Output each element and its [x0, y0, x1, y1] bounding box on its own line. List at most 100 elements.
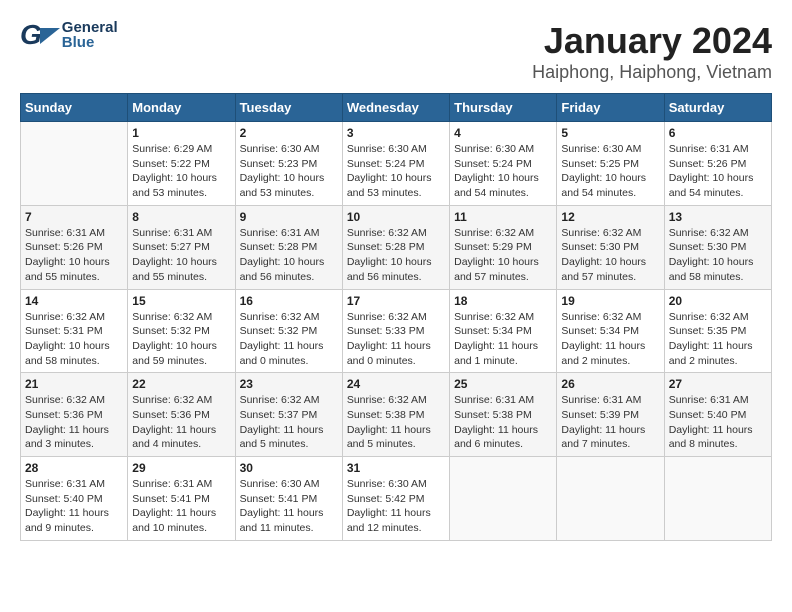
calendar-cell: 29 Sunrise: 6:31 AM Sunset: 5:41 PM Dayli… — [128, 457, 235, 541]
day-number: 24 — [347, 377, 445, 391]
day-number: 21 — [25, 377, 123, 391]
day-number: 6 — [669, 126, 767, 140]
day-number: 29 — [132, 461, 230, 475]
day-info: Sunrise: 6:32 AM Sunset: 5:36 PM Dayligh… — [132, 393, 230, 452]
day-info: Sunrise: 6:32 AM Sunset: 5:30 PM Dayligh… — [669, 226, 767, 285]
day-number: 3 — [347, 126, 445, 140]
day-info: Sunrise: 6:31 AM Sunset: 5:41 PM Dayligh… — [132, 477, 230, 536]
day-info: Sunrise: 6:31 AM Sunset: 5:26 PM Dayligh… — [669, 142, 767, 201]
day-number: 13 — [669, 210, 767, 224]
calendar-cell: 28Sunrise: 6:31 AM Sunset: 5:40 PM Dayli… — [21, 457, 128, 541]
day-number: 26 — [561, 377, 659, 391]
calendar-cell: 12 Sunrise: 6:32 AM Sunset: 5:30 PM Dayli… — [557, 205, 664, 289]
day-number: 23 — [240, 377, 338, 391]
day-info: Sunrise: 6:32 AM Sunset: 5:32 PM Dayligh… — [132, 310, 230, 369]
calendar-cell: 1 Sunrise: 6:29 AM Sunset: 5:22 PM Daylig… — [128, 122, 235, 206]
calendar-cell: 7 Sunrise: 6:31 AM Sunset: 5:26 PM Daylig… — [21, 205, 128, 289]
calendar-cell: 16Sunrise: 6:32 AM Sunset: 5:32 PM Dayli… — [235, 289, 342, 373]
calendar-cell — [664, 457, 771, 541]
day-number: 2 — [240, 126, 338, 140]
day-info: Sunrise: 6:32 AM Sunset: 5:32 PM Dayligh… — [240, 310, 338, 369]
calendar-title: January 2024 — [532, 20, 772, 62]
calendar-cell: 22 Sunrise: 6:32 AM Sunset: 5:36 PM Dayli… — [128, 373, 235, 457]
day-number: 5 — [561, 126, 659, 140]
calendar-cell: 14 Sunrise: 6:32 AM Sunset: 5:31 PM Dayli… — [21, 289, 128, 373]
col-header-wednesday: Wednesday — [342, 94, 449, 122]
calendar-week-row: 1 Sunrise: 6:29 AM Sunset: 5:22 PM Daylig… — [21, 122, 772, 206]
day-number: 14 — [25, 294, 123, 308]
day-number: 1 — [132, 126, 230, 140]
day-info: Sunrise: 6:32 AM Sunset: 5:34 PM Dayligh… — [561, 310, 659, 369]
calendar-cell: 21 Sunrise: 6:32 AM Sunset: 5:36 PM Dayli… — [21, 373, 128, 457]
day-info: Sunrise: 6:31 AM Sunset: 5:28 PM Dayligh… — [240, 226, 338, 285]
day-number: 25 — [454, 377, 552, 391]
day-number: 4 — [454, 126, 552, 140]
calendar-cell: 20 Sunrise: 6:32 AM Sunset: 5:35 PM Dayli… — [664, 289, 771, 373]
calendar-cell: 15 Sunrise: 6:32 AM Sunset: 5:32 PM Dayli… — [128, 289, 235, 373]
calendar-week-row: 28Sunrise: 6:31 AM Sunset: 5:40 PM Dayli… — [21, 457, 772, 541]
calendar-cell: 2Sunrise: 6:30 AM Sunset: 5:23 PM Daylig… — [235, 122, 342, 206]
day-info: Sunrise: 6:31 AM Sunset: 5:38 PM Dayligh… — [454, 393, 552, 452]
day-info: Sunrise: 6:32 AM Sunset: 5:36 PM Dayligh… — [25, 393, 123, 452]
day-number: 22 — [132, 377, 230, 391]
day-number: 11 — [454, 210, 552, 224]
page-header: G General Blue January 2024 Haiphong, Ha… — [20, 20, 772, 83]
col-header-monday: Monday — [128, 94, 235, 122]
logo: G General Blue — [20, 20, 118, 50]
day-info: Sunrise: 6:32 AM Sunset: 5:33 PM Dayligh… — [347, 310, 445, 369]
calendar-subtitle: Haiphong, Haiphong, Vietnam — [532, 62, 772, 83]
day-info: Sunrise: 6:31 AM Sunset: 5:40 PM Dayligh… — [669, 393, 767, 452]
day-info: Sunrise: 6:32 AM Sunset: 5:28 PM Dayligh… — [347, 226, 445, 285]
logo-g-letter: G — [20, 21, 42, 49]
day-info: Sunrise: 6:32 AM Sunset: 5:30 PM Dayligh… — [561, 226, 659, 285]
day-info: Sunrise: 6:32 AM Sunset: 5:34 PM Dayligh… — [454, 310, 552, 369]
day-info: Sunrise: 6:31 AM Sunset: 5:39 PM Dayligh… — [561, 393, 659, 452]
calendar-cell: 3Sunrise: 6:30 AM Sunset: 5:24 PM Daylig… — [342, 122, 449, 206]
day-number: 12 — [561, 210, 659, 224]
col-header-thursday: Thursday — [450, 94, 557, 122]
day-info: Sunrise: 6:30 AM Sunset: 5:25 PM Dayligh… — [561, 142, 659, 201]
calendar-cell: 30 Sunrise: 6:30 AM Sunset: 5:41 PM Dayli… — [235, 457, 342, 541]
day-number: 20 — [669, 294, 767, 308]
calendar-cell: 19 Sunrise: 6:32 AM Sunset: 5:34 PM Dayli… — [557, 289, 664, 373]
day-info: Sunrise: 6:32 AM Sunset: 5:35 PM Dayligh… — [669, 310, 767, 369]
calendar-cell: 17Sunrise: 6:32 AM Sunset: 5:33 PM Dayli… — [342, 289, 449, 373]
day-info: Sunrise: 6:32 AM Sunset: 5:31 PM Dayligh… — [25, 310, 123, 369]
calendar-cell: 10 Sunrise: 6:32 AM Sunset: 5:28 PM Dayli… — [342, 205, 449, 289]
day-number: 8 — [132, 210, 230, 224]
day-number: 19 — [561, 294, 659, 308]
col-header-sunday: Sunday — [21, 94, 128, 122]
calendar-cell: 18 Sunrise: 6:32 AM Sunset: 5:34 PM Dayli… — [450, 289, 557, 373]
calendar-cell: 4 Sunrise: 6:30 AM Sunset: 5:24 PM Daylig… — [450, 122, 557, 206]
day-number: 7 — [25, 210, 123, 224]
calendar-week-row: 14 Sunrise: 6:32 AM Sunset: 5:31 PM Dayli… — [21, 289, 772, 373]
col-header-saturday: Saturday — [664, 94, 771, 122]
calendar-week-row: 21 Sunrise: 6:32 AM Sunset: 5:36 PM Dayli… — [21, 373, 772, 457]
calendar-cell — [21, 122, 128, 206]
day-number: 9 — [240, 210, 338, 224]
calendar-cell: 13 Sunrise: 6:32 AM Sunset: 5:30 PM Dayli… — [664, 205, 771, 289]
calendar-cell: 5 Sunrise: 6:30 AM Sunset: 5:25 PM Daylig… — [557, 122, 664, 206]
day-info: Sunrise: 6:30 AM Sunset: 5:41 PM Dayligh… — [240, 477, 338, 536]
day-info: Sunrise: 6:29 AM Sunset: 5:22 PM Dayligh… — [132, 142, 230, 201]
calendar-cell: 26 Sunrise: 6:31 AM Sunset: 5:39 PM Dayli… — [557, 373, 664, 457]
day-info: Sunrise: 6:32 AM Sunset: 5:38 PM Dayligh… — [347, 393, 445, 452]
day-info: Sunrise: 6:30 AM Sunset: 5:24 PM Dayligh… — [454, 142, 552, 201]
day-number: 30 — [240, 461, 338, 475]
day-info: Sunrise: 6:32 AM Sunset: 5:37 PM Dayligh… — [240, 393, 338, 452]
calendar-cell: 25 Sunrise: 6:31 AM Sunset: 5:38 PM Dayli… — [450, 373, 557, 457]
day-info: Sunrise: 6:30 AM Sunset: 5:42 PM Dayligh… — [347, 477, 445, 536]
col-header-tuesday: Tuesday — [235, 94, 342, 122]
day-info: Sunrise: 6:31 AM Sunset: 5:26 PM Dayligh… — [25, 226, 123, 285]
calendar-title-block: January 2024 Haiphong, Haiphong, Vietnam — [532, 20, 772, 83]
day-info: Sunrise: 6:31 AM Sunset: 5:27 PM Dayligh… — [132, 226, 230, 285]
calendar-week-row: 7 Sunrise: 6:31 AM Sunset: 5:26 PM Daylig… — [21, 205, 772, 289]
day-number: 15 — [132, 294, 230, 308]
day-number: 18 — [454, 294, 552, 308]
logo-arrow-icon — [40, 28, 60, 44]
day-number: 10 — [347, 210, 445, 224]
logo-general-text: General — [62, 20, 118, 35]
day-number: 27 — [669, 377, 767, 391]
calendar-cell: 9 Sunrise: 6:31 AM Sunset: 5:28 PM Daylig… — [235, 205, 342, 289]
calendar-header-row: SundayMondayTuesdayWednesdayThursdayFrid… — [21, 94, 772, 122]
